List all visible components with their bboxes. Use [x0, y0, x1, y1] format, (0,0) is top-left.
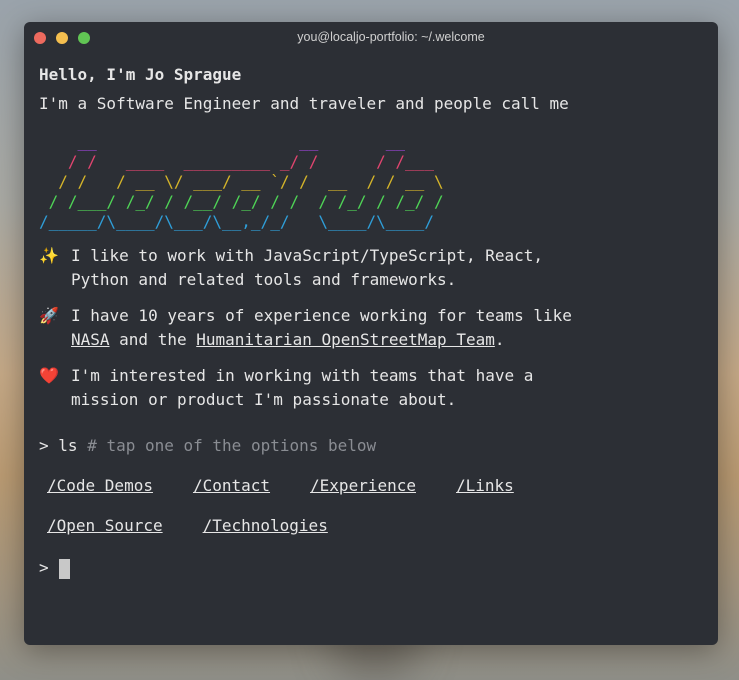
paragraph-text: I have 10 years of experience working fo… [71, 304, 572, 352]
paragraph-text: I'm interested in working with teams tha… [71, 364, 533, 412]
terminal-body: Hello, I'm Jo Sprague I'm a Software Eng… [39, 60, 708, 580]
text-line: mission or product I'm passionate about. [71, 390, 457, 409]
prompt-symbol: > [39, 436, 49, 455]
heart-icon: ❤️ [39, 366, 59, 385]
logo-line: /_____/\____/\___/\__,_/_/ \____/\____/ [39, 212, 444, 231]
option-code-demos[interactable]: /Code Demos [47, 474, 153, 498]
option-technologies[interactable]: /Technologies [203, 514, 328, 538]
option-links[interactable]: /Links [456, 474, 514, 498]
cursor[interactable] [58, 558, 70, 579]
option-experience[interactable]: /Experience [310, 474, 416, 498]
intro: I'm a Software Engineer and traveler and… [39, 94, 569, 113]
text-line: I have 10 years of experience working fo… [71, 306, 572, 325]
greeting: Hello, I'm Jo Sprague [39, 65, 242, 84]
logo-line: / / / __ \/ ___/ __ `/ / __ / / __ \ [39, 172, 444, 191]
text: and the [109, 330, 197, 349]
text-line: Python and related tools and frameworks. [71, 270, 457, 289]
rocket-icon: 🚀 [39, 306, 59, 325]
input-line[interactable]: > [39, 556, 708, 580]
about-paragraph: ✨ I like to work with JavaScript/TypeScri… [39, 244, 708, 292]
text-line: I'm interested in working with teams tha… [71, 366, 534, 385]
input-prompt: > [39, 558, 49, 577]
command-comment: # tap one of the options below [87, 436, 377, 455]
about-paragraph: 🚀 I have 10 years of experience working f… [39, 304, 708, 352]
command-line: > ls # tap one of the options below [39, 434, 708, 458]
logo-line: __ __ __ [39, 132, 444, 151]
paragraph-text: I like to work with JavaScript/TypeScrip… [71, 244, 543, 292]
title-bar: you@localjo-portfolio: ~/.welcome [24, 22, 718, 52]
option-contact[interactable]: /Contact [193, 474, 270, 498]
logo-ascii-art: __ __ __ / / ____ _________ _/ / / /___ … [39, 132, 708, 232]
sparkles-icon: ✨ [39, 246, 59, 265]
about-paragraph: ❤️ I'm interested in working with teams t… [39, 364, 708, 412]
option-open-source[interactable]: /Open Source [47, 514, 163, 538]
link-nasa[interactable]: NASA [71, 330, 110, 349]
terminal-window: you@localjo-portfolio: ~/.welcome Hello,… [24, 22, 718, 645]
options-list: /Code Demos /Contact /Experience /Links … [39, 474, 559, 554]
link-hot[interactable]: Humanitarian OpenStreetMap Team [196, 330, 495, 349]
logo-line: / / ____ _________ _/ / / /___ [39, 152, 444, 171]
window-title: you@localjo-portfolio: ~/.welcome [297, 30, 485, 44]
command: ls [58, 436, 78, 455]
text-line: I like to work with JavaScript/TypeScrip… [71, 246, 544, 265]
logo-line: / /___/ /_/ / /__/ /_/ / / / /_/ / /_/ / [39, 192, 444, 211]
text: . [494, 330, 505, 349]
